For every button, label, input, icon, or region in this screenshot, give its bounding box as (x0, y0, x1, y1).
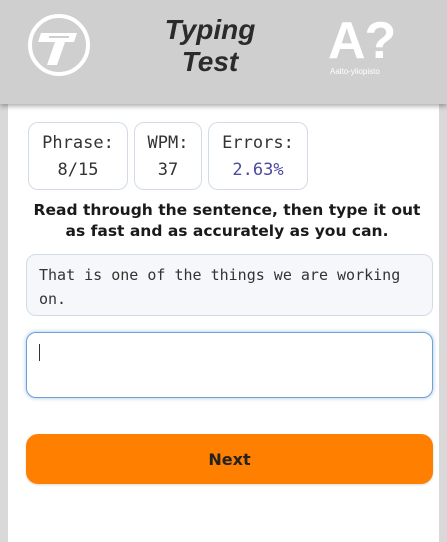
wpm-stat: WPM: 37 (134, 122, 202, 190)
aalto-logo: A? Aalto-yliopisto (328, 14, 424, 84)
aalto-logo-mark: A? (328, 12, 396, 70)
main-content: Phrase: 8/15 WPM: 37 Errors: 2.63% Read … (8, 104, 439, 542)
typing-input[interactable] (26, 332, 433, 398)
title-line-1: Typing (164, 14, 256, 45)
errors-stat-label: Errors: (222, 133, 294, 153)
aalto-logo-text: Aalto-yliopisto (330, 67, 380, 76)
next-button[interactable]: Next (26, 434, 433, 484)
title-line-2: Test (181, 46, 239, 77)
typing-test-logo-icon (28, 14, 90, 76)
wpm-stat-value: 37 (157, 160, 179, 180)
page-title: Typing Test (150, 14, 270, 78)
phrase-stat: Phrase: 8/15 (28, 122, 128, 190)
errors-stat-value: 2.63% (232, 160, 284, 180)
wpm-stat-label: WPM: (147, 133, 189, 153)
phrase-stat-label: Phrase: (42, 133, 114, 153)
phrase-stat-value: 8/15 (57, 160, 99, 180)
instruction-text: Read through the sentence, then type it … (33, 201, 421, 240)
errors-stat: Errors: 2.63% (208, 122, 308, 190)
target-phrase: That is one of the things we are working… (26, 254, 433, 316)
text-caret (39, 344, 40, 361)
app-header: Typing Test A? Aalto-yliopisto (0, 0, 447, 104)
